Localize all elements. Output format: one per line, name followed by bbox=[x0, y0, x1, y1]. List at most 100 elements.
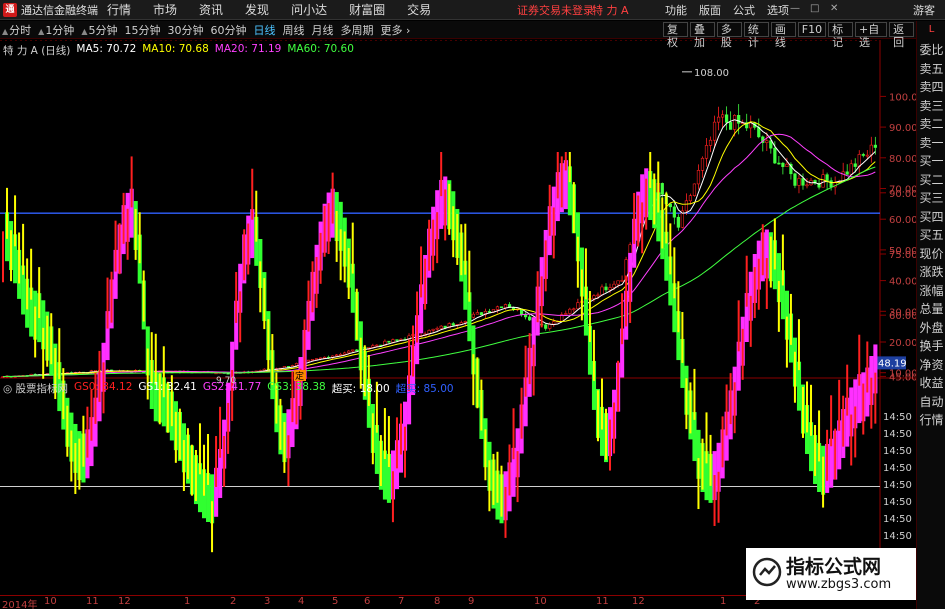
time-axis-label: 1 bbox=[720, 596, 727, 607]
menu-discover[interactable]: 发现 bbox=[245, 1, 269, 18]
period-intraday[interactable]: ▲分时 bbox=[2, 22, 31, 38]
legend-gs0: GS0: 34.12 bbox=[74, 381, 133, 393]
quote-panel-item[interactable]: 卖四 bbox=[917, 78, 945, 97]
overlay-button[interactable]: 叠加 bbox=[689, 22, 715, 49]
multi-stock-button[interactable]: 多股 bbox=[716, 22, 742, 49]
period-monthly[interactable]: 月线 bbox=[311, 22, 333, 38]
menu-functions[interactable]: 功能 bbox=[665, 2, 687, 18]
chart-canvas[interactable]: 100.090.0080.0070.0060.0050.0040.0030.00… bbox=[0, 40, 916, 596]
indicator-yellow-bar bbox=[476, 357, 479, 409]
add-watchlist-button[interactable]: +自选 bbox=[855, 22, 888, 49]
indicator-yellow-bar bbox=[814, 425, 817, 476]
menu-options[interactable]: 选项 bbox=[767, 2, 789, 18]
quote-panel-item[interactable]: 外盘 bbox=[917, 319, 945, 338]
time-axis-label: 5 bbox=[332, 596, 339, 607]
menu-quotes[interactable]: 行情 bbox=[107, 1, 131, 18]
indicator-red-bar bbox=[223, 435, 226, 487]
price-axis-label: 80.00 bbox=[889, 154, 916, 165]
quote-panel-item[interactable]: 卖三 bbox=[917, 97, 945, 116]
indicator-red-bar bbox=[440, 152, 443, 197]
indicator-red-bar bbox=[86, 406, 89, 458]
menu-formula[interactable]: 公式 bbox=[733, 2, 755, 18]
period-30min[interactable]: 30分钟 bbox=[167, 22, 203, 38]
period-5min[interactable]: ▲5分钟 bbox=[81, 22, 117, 38]
price-candle-body bbox=[475, 312, 479, 315]
menu-layout[interactable]: 版面 bbox=[699, 2, 721, 18]
indicator-red-bar bbox=[621, 293, 624, 345]
indicator-yellow-bar bbox=[665, 192, 668, 244]
price-candle-body bbox=[692, 183, 697, 196]
quote-panel-item[interactable]: 委比 bbox=[917, 41, 945, 60]
quote-panel-item[interactable]: 卖五 bbox=[917, 60, 945, 79]
quote-panel-item[interactable]: 换手 bbox=[917, 337, 945, 356]
indicator-red-bar bbox=[516, 451, 519, 503]
period-60min[interactable]: 60分钟 bbox=[210, 22, 246, 38]
indicator-red-bar bbox=[854, 406, 857, 458]
quote-panel-item[interactable]: 收益 bbox=[917, 374, 945, 393]
menu-news[interactable]: 资讯 bbox=[199, 1, 223, 18]
period-more[interactable]: 更多 › bbox=[380, 22, 410, 38]
price-candle-body bbox=[552, 321, 556, 325]
menu-ask[interactable]: 问小达 bbox=[291, 1, 327, 18]
maximize-icon[interactable]: □ bbox=[810, 3, 819, 14]
right-menu: 功能 版面 公式 选项 bbox=[665, 2, 801, 18]
indicator-red-bar bbox=[251, 168, 254, 220]
statistics-button[interactable]: 统计 bbox=[743, 22, 769, 49]
period-weekly[interactable]: 周线 bbox=[282, 22, 304, 38]
login-warning[interactable]: 证券交易未登录 bbox=[517, 2, 594, 18]
period-multi[interactable]: 多周期 bbox=[340, 22, 373, 38]
period-1min[interactable]: ▲1分钟 bbox=[38, 22, 74, 38]
menu-wealth[interactable]: 财富圈 bbox=[349, 1, 385, 18]
indicator-yellow-bar bbox=[689, 382, 692, 434]
quote-panel-item[interactable]: 现价 bbox=[917, 245, 945, 264]
close-icon[interactable]: ✕ bbox=[830, 3, 838, 14]
price-axis-label: 60.00 bbox=[889, 215, 916, 226]
indicator-yellow-bar bbox=[335, 210, 338, 262]
quote-panel-item[interactable]: 涨幅 bbox=[917, 282, 945, 301]
quote-panel-item[interactable]: L bbox=[917, 21, 945, 41]
indicator-yellow-bar bbox=[138, 212, 141, 264]
price-candle-body bbox=[821, 174, 825, 188]
price-candle-body bbox=[869, 144, 873, 156]
menu-trade[interactable]: 交易 bbox=[407, 1, 431, 18]
back-button[interactable]: 返回 bbox=[889, 22, 915, 49]
indicator-yellow-bar bbox=[74, 443, 77, 494]
quote-panel-item[interactable]: 卖一 bbox=[917, 134, 945, 153]
time-axis-label: 10 bbox=[44, 596, 57, 607]
indicator-red-bar bbox=[118, 223, 121, 275]
price-candle-body bbox=[564, 313, 568, 315]
quote-panel-item[interactable]: 涨跌 bbox=[917, 263, 945, 282]
period-15min[interactable]: 15分钟 bbox=[124, 22, 160, 38]
indicator-yellow-bar bbox=[806, 381, 808, 433]
minimize-icon[interactable]: — bbox=[790, 3, 800, 14]
indicator-yellow-bar bbox=[709, 434, 712, 486]
quote-panel-item[interactable]: 总量 bbox=[917, 300, 945, 319]
draw-line-button[interactable]: 画线 bbox=[770, 22, 796, 49]
indicator-red-bar bbox=[830, 395, 833, 447]
quote-panel-item[interactable]: 净资 bbox=[917, 356, 945, 375]
quote-panel-item[interactable]: 自动 bbox=[917, 393, 945, 412]
watermark-logo-icon bbox=[752, 557, 782, 587]
indicator-red-bar bbox=[106, 277, 109, 329]
quote-panel-item[interactable]: 买四 bbox=[917, 208, 945, 227]
quote-panel-item[interactable]: 买五 bbox=[917, 226, 945, 245]
quote-panel-item[interactable]: 买二 bbox=[917, 171, 945, 190]
indicator-red-bar bbox=[395, 417, 398, 469]
quote-panel-item[interactable]: 买一 bbox=[917, 152, 945, 171]
indicator-yellow-bar bbox=[705, 412, 708, 464]
menu-market[interactable]: 市场 bbox=[153, 1, 177, 18]
quote-panel-item[interactable]: 卖二 bbox=[917, 115, 945, 134]
indicator-yellow-bar bbox=[484, 429, 487, 481]
indicator-time-label: 14:50 bbox=[883, 531, 912, 542]
indicator-red-bar bbox=[633, 192, 636, 244]
period-daily[interactable]: 日线 bbox=[253, 22, 275, 38]
quote-panel-item[interactable]: 行情 bbox=[917, 411, 945, 430]
quote-panel-item[interactable]: 买三 bbox=[917, 189, 945, 208]
time-axis-label: 4 bbox=[298, 596, 305, 607]
guest-user[interactable]: 游客 bbox=[913, 2, 935, 18]
f10-button[interactable]: F10 bbox=[797, 22, 827, 37]
indicator-yellow-bar bbox=[448, 183, 451, 235]
adjust-button[interactable]: 复权 bbox=[663, 22, 688, 49]
mark-button[interactable]: 标记 bbox=[828, 22, 854, 49]
price-candle-body bbox=[861, 154, 865, 156]
